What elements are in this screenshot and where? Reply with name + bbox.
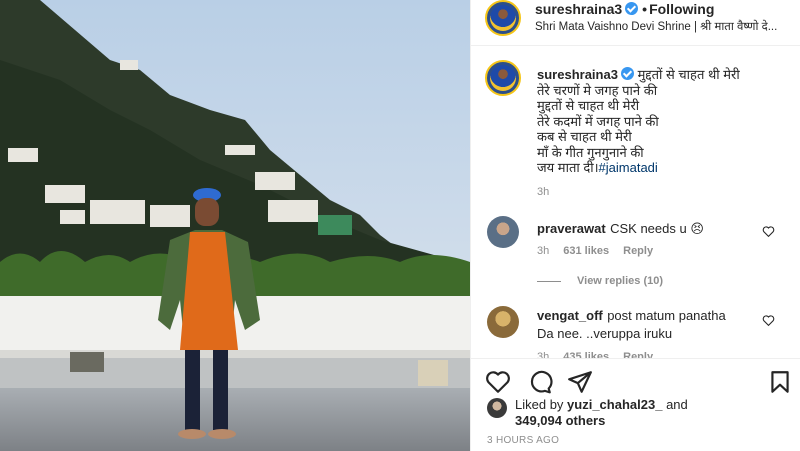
following-button[interactable]: Following [649,1,714,17]
like-heart-icon[interactable] [485,369,511,395]
likes-prefix: Liked by [515,397,564,412]
caption-line: मुद्दतों से चाहत थी मेरी [637,67,740,82]
author-line: sureshraina3 • Following [535,1,714,17]
commenter-username[interactable]: praverawat [537,221,606,236]
likes-others-count[interactable]: 349,094 others [515,413,605,428]
verified-badge-icon [620,67,634,80]
caption-line: माँ के गीत गुनगुनाने की [537,144,644,160]
likes-conj: and [666,397,688,412]
verified-badge-icon [625,2,639,15]
post-detail-panel: sureshraina3 • Following Shri Mata Vaishno… [470,0,800,451]
view-replies-button[interactable]: View replies (10) [537,275,663,287]
comment-text: Da nee. ..veruppa iruku [537,326,673,341]
like-comment-heart-icon[interactable] [762,314,775,327]
liker-avatar[interactable] [487,398,507,418]
post-timestamp[interactable]: 3 HOURS AGO [487,435,559,446]
caption-line: तेरे कदमों में जगह पाने की [537,113,659,129]
location-link[interactable]: Shri Mata Vaishno Devi Shrine | श्री मात… [535,19,797,34]
commenter-avatar[interactable] [487,216,519,248]
like-comment-heart-icon[interactable] [762,225,775,238]
save-bookmark-icon[interactable] [767,369,793,395]
divider-line [537,280,561,282]
caption-line: तेरे चरणों मे जगह पाने की [537,82,658,98]
caption-timestamp[interactable]: 3h [537,186,549,198]
caption-line: मुद्दतों से चाहत थी मेरी [537,98,640,113]
likes-text: Liked by yuzi_chahal23_ and 349,094 othe… [515,397,688,429]
liker-username[interactable]: yuzi_chahal23_ [567,397,662,412]
caption-line: जय माता दी। [537,160,599,175]
comment-text: post matum panatha [607,308,726,323]
comment-bubble-icon[interactable] [527,369,553,395]
author-username[interactable]: sureshraina3 [535,1,622,17]
commenter-avatar[interactable] [487,306,519,338]
caption-line: कब से चाहत थी मेरी [537,129,632,144]
comment-body: vengat_off post matum panatha Da nee. ..… [537,307,747,343]
comment-text: CSK needs u 😣 [610,221,704,236]
post-header: sureshraina3 • Following Shri Mata Vaishno… [471,0,800,46]
post-photo[interactable] [0,0,470,451]
separator-dot: • [642,1,648,17]
comment-meta: 3h 631 likes Reply [537,245,667,257]
caption-username[interactable]: sureshraina3 [537,67,618,82]
reply-button[interactable]: Reply [623,245,653,257]
caption-author-avatar[interactable] [485,60,521,96]
action-bar [471,358,800,400]
comment-body: praverawat CSK needs u 😣 [537,220,747,238]
post-image [0,0,470,451]
hashtag-link[interactable]: #jaimatadi [599,160,658,175]
view-replies-label: View replies (10) [577,275,664,287]
author-avatar[interactable] [485,0,521,36]
comment-time[interactable]: 3h [537,245,549,257]
commenter-username[interactable]: vengat_off [537,308,603,323]
share-paper-plane-icon[interactable] [567,369,593,395]
comment-likes[interactable]: 631 likes [563,245,609,257]
post-caption: sureshraina3 मुद्दतों से चाहत थी मेरी ते… [537,67,777,176]
